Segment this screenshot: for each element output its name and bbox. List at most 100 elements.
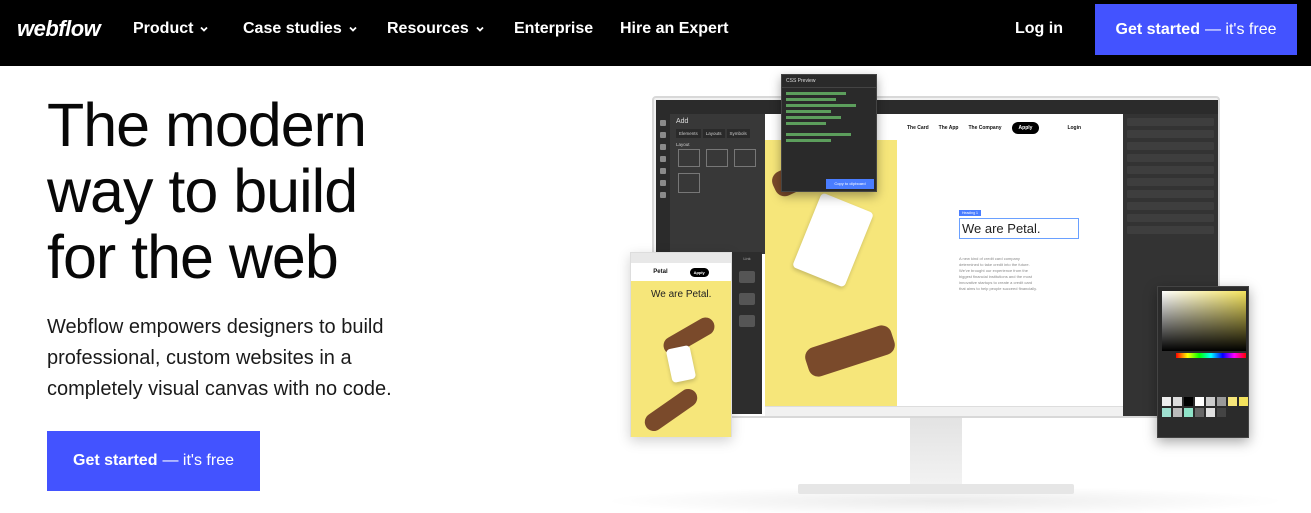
designer-breadcrumbs (765, 406, 1123, 416)
style-row (1127, 118, 1214, 126)
cta-rest-label: — it's free (162, 452, 234, 469)
swatch (1173, 408, 1182, 417)
cms-icon (660, 156, 666, 162)
style-row (1127, 214, 1214, 222)
chevron-down-icon (349, 26, 357, 32)
designer-topbar (656, 100, 1218, 114)
mobile-hero: We are Petal. (631, 281, 731, 437)
swatch (1184, 408, 1193, 417)
mobile-brand: Petal (653, 269, 668, 275)
chevron-down-icon (200, 26, 209, 32)
nav-item-case-studies[interactable]: Case studies (243, 20, 358, 38)
style-row (1127, 178, 1214, 186)
login-link[interactable]: Log in (1015, 20, 1063, 38)
mobile-site-nav: Petal Apply (631, 263, 731, 281)
hand-illustration (641, 385, 701, 435)
selected-element-tag: Heading 1 (959, 210, 981, 216)
rich-text-icon (739, 293, 755, 305)
hero-title-line: way to build (47, 157, 358, 225)
site-nav-link: The Card (907, 125, 929, 131)
mobile-apply-button: Apply (689, 267, 709, 277)
style-row (1127, 226, 1214, 234)
video-icon (739, 315, 755, 327)
settings-icon (660, 192, 666, 198)
designer-canvas: The Card The App The Company Apply Login… (897, 114, 1123, 416)
site-login-link: Login (1067, 125, 1082, 131)
style-row (1127, 142, 1214, 150)
petal-body-text: A new kind of credit card company determ… (959, 256, 1037, 291)
product-mockup: Add Elements Layouts Symbols Layout The … (600, 66, 1311, 513)
pages-icon (660, 144, 666, 150)
chevron-down-icon (476, 26, 484, 32)
navigator-icon (660, 132, 666, 138)
add-tab: Symbols (726, 129, 750, 138)
nav-item-label: Resources (387, 20, 469, 37)
nav-item-enterprise[interactable]: Enterprise (514, 20, 593, 38)
container-tile (706, 149, 728, 167)
hero-title-line: The modern (47, 91, 367, 159)
swatch (1162, 397, 1171, 406)
swatch (1217, 408, 1226, 417)
style-row (1127, 166, 1214, 174)
swatch (1162, 408, 1171, 417)
nav-item-label: Hire an Expert (620, 20, 729, 37)
section-tile (678, 149, 700, 167)
add-panel-tabs: Elements Layouts Symbols (670, 129, 765, 138)
swatch (1228, 397, 1237, 406)
swatch (1173, 397, 1182, 406)
copy-to-clipboard-button: Copy to clipboard (826, 179, 874, 189)
text-link-icon (739, 271, 755, 283)
hue-slider (1176, 353, 1246, 358)
nav-item-product[interactable]: Product (133, 20, 209, 38)
grid-tile (734, 149, 756, 167)
swatch (1195, 408, 1204, 417)
add-tab: Layouts (702, 129, 725, 138)
mobile-side-label: Link (743, 256, 751, 261)
color-saturation-field (1162, 291, 1246, 351)
style-row (1127, 130, 1214, 138)
style-row (1127, 190, 1214, 198)
webflow-logo[interactable]: webflow (17, 16, 101, 42)
style-row (1127, 202, 1214, 210)
hero-title-line: for the web (47, 223, 339, 291)
nav-item-label: Enterprise (514, 20, 594, 37)
cta-strong-label: Get started (73, 452, 158, 469)
color-swatches (1162, 397, 1248, 417)
site-nav-link: The Company (968, 125, 1002, 131)
add-icon (660, 120, 666, 126)
add-section-label: Layout (676, 142, 690, 147)
swatch (1206, 408, 1215, 417)
nav-item-label: Product (133, 20, 194, 37)
hand-illustration (802, 322, 898, 380)
nav-item-hire-an-expert[interactable]: Hire an Expert (620, 20, 728, 38)
hero-subtitle-line: professional, custom websites in a (47, 347, 352, 369)
hero-get-started-button[interactable]: Get started — it's free (47, 431, 260, 491)
nav-item-label: Case studies (243, 20, 342, 37)
mobile-preview-topbar (631, 253, 731, 263)
swatch (1217, 397, 1226, 406)
nav-item-resources[interactable]: Resources (387, 20, 485, 38)
style-row (1127, 154, 1214, 162)
site-apply-button: Apply (1011, 122, 1040, 134)
monitor-stand (910, 414, 962, 489)
color-picker (1157, 286, 1249, 438)
ecommerce-icon (660, 168, 666, 174)
swatch (1206, 397, 1215, 406)
add-tab: Elements (676, 129, 701, 138)
css-code (782, 88, 876, 146)
layout-tiles (670, 149, 765, 193)
monitor-stand-base (798, 484, 1074, 494)
hero-subtitle: Webflow empowers designers to build prof… (47, 312, 447, 405)
petal-site-nav: The Card The App The Company Apply Login (897, 114, 1123, 142)
add-panel-title: Add (676, 118, 689, 125)
mobile-side-panel: Link (732, 252, 762, 414)
credit-card-illustration (665, 344, 697, 384)
mobile-headline: We are Petal. (651, 289, 712, 300)
mobile-preview: Petal Apply We are Petal. (630, 252, 732, 437)
petal-headline: We are Petal. (959, 218, 1079, 239)
nav-get-started-button[interactable]: Get started — it's free (1095, 4, 1297, 55)
cta-rest-label: — it's free (1204, 20, 1277, 38)
css-preview-title: CSS Preview (782, 75, 876, 88)
hero-subtitle-line: completely visual canvas with no code. (47, 378, 392, 400)
top-navbar: webflow Product Case studies Resources E… (0, 0, 1311, 66)
